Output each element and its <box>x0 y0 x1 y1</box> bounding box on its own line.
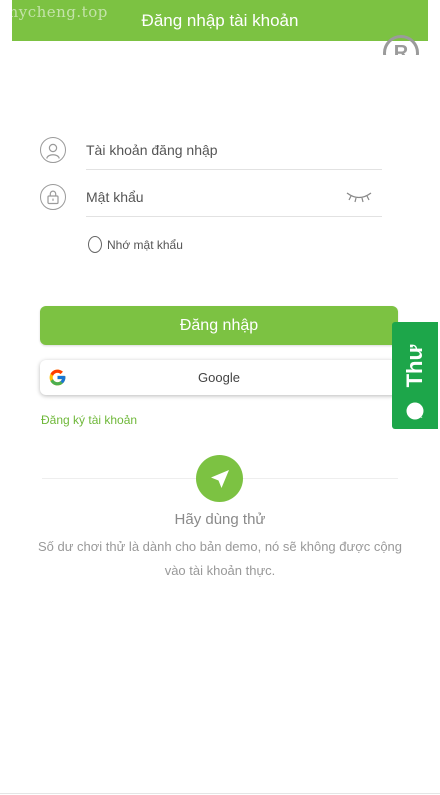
remember-label: Nhớ mật khẩu <box>107 237 183 252</box>
username-field-group <box>40 130 382 176</box>
password-field-group <box>40 177 382 223</box>
remember-password-checkbox[interactable]: Nhớ mật khẩu <box>88 236 183 253</box>
side-tab-label: Thư <box>402 344 427 388</box>
chat-icon <box>405 401 425 421</box>
registered-icon: R <box>383 35 419 55</box>
login-button-label: Đăng nhập <box>179 316 259 334</box>
page-title: Đăng nhập tài khoản <box>141 10 299 30</box>
side-mail-tab[interactable]: Thư <box>392 322 438 429</box>
google-button-label: Google <box>198 370 240 385</box>
lock-icon <box>40 184 66 210</box>
register-link[interactable]: Đăng ký tài khoản <box>41 413 137 427</box>
password-input[interactable] <box>86 177 382 217</box>
watermark: mycheng.top <box>4 3 108 21</box>
user-icon <box>40 137 66 163</box>
google-login-button[interactable]: Google <box>40 360 398 395</box>
remember-radio[interactable] <box>88 236 102 253</box>
demo-title: Hãy dùng thử <box>174 511 266 528</box>
demo-description: Số dư chơi thử là dành cho bản demo, nó … <box>37 539 403 578</box>
bottom-divider <box>0 793 440 794</box>
send-icon[interactable] <box>196 455 243 502</box>
login-button[interactable]: Đăng nhập <box>40 306 398 345</box>
username-input[interactable] <box>86 130 382 170</box>
eye-closed-icon[interactable] <box>346 190 372 204</box>
google-icon <box>48 368 67 387</box>
